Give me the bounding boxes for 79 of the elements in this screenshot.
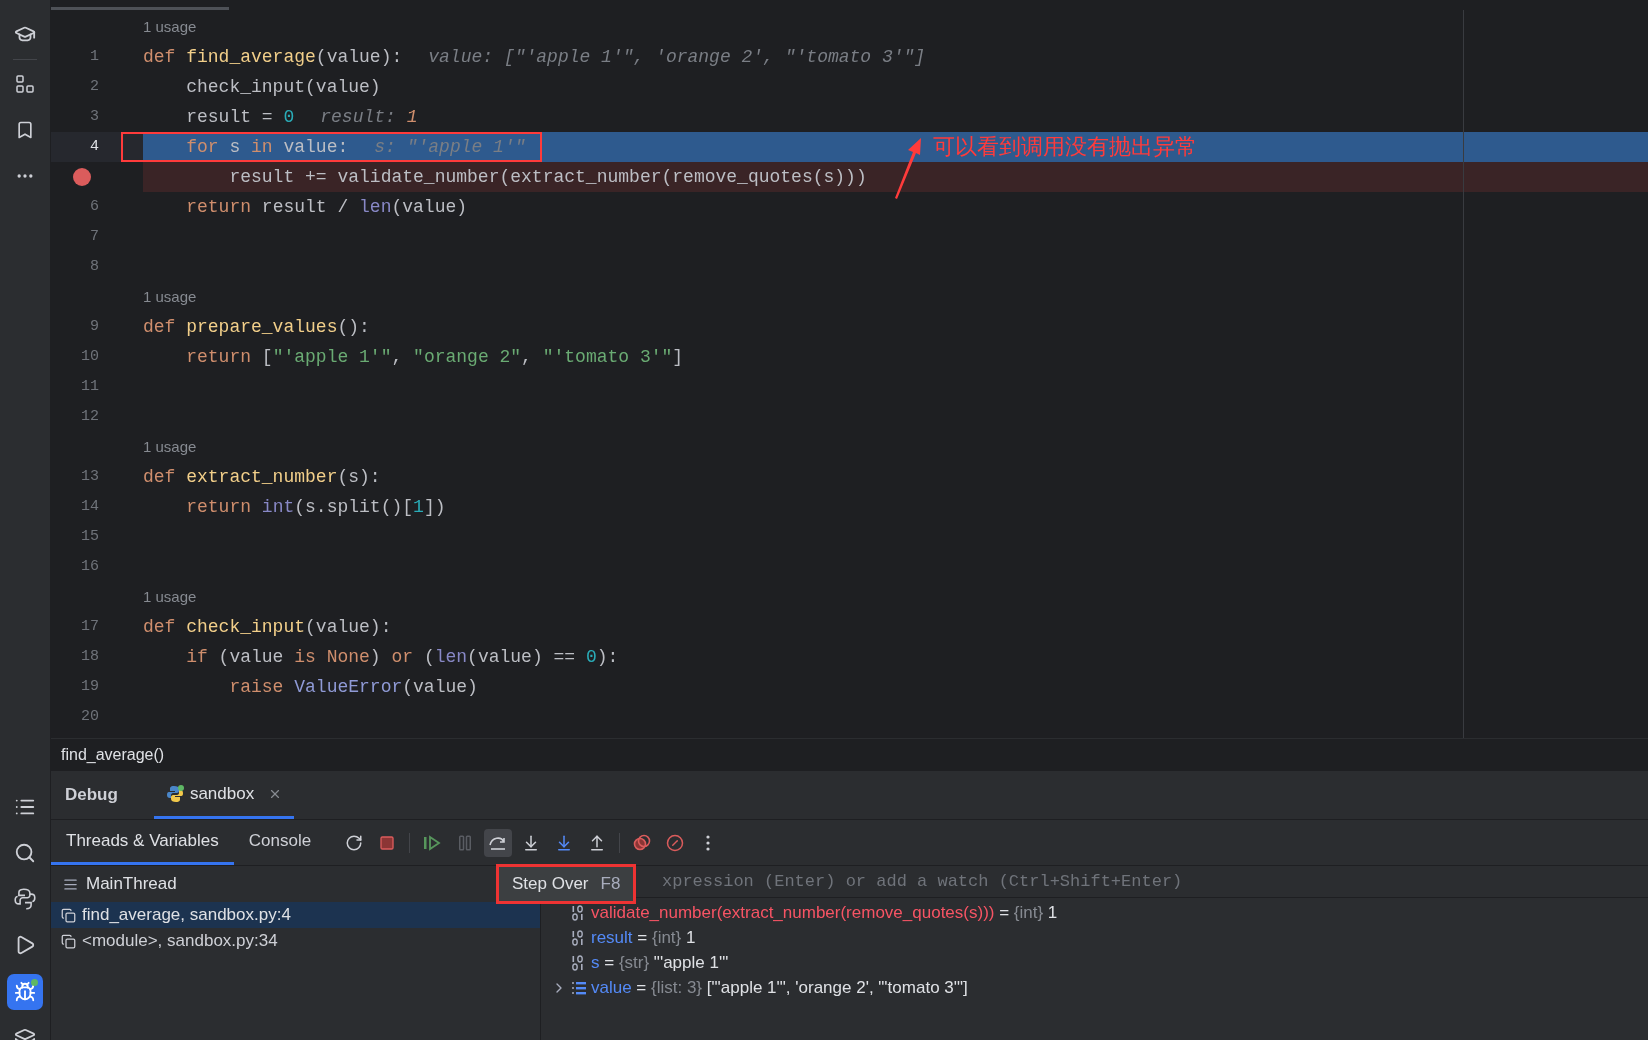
view-tab[interactable]: Console	[233, 820, 327, 865]
variable-entry[interactable]: s = {str} "'apple 1'"	[591, 949, 729, 976]
python-run-icon	[165, 784, 184, 803]
variable-entry[interactable]: result = {int} 1	[591, 924, 696, 951]
bug-icon	[14, 981, 36, 1003]
line-number: 12	[81, 406, 99, 427]
frame-label: find_average, sandbox.py:4	[82, 904, 291, 927]
structure-icon[interactable]	[15, 74, 35, 94]
line-number: 11	[81, 376, 99, 397]
usage-hint[interactable]: 1 usage	[143, 285, 197, 309]
line-number: 7	[90, 226, 99, 247]
frame-icon	[61, 933, 76, 949]
usage-hint[interactable]: 1 usage	[143, 435, 197, 459]
code-line: if (value is None) or (len(value) == 0):	[185, 645, 619, 669]
line-number: 3	[90, 106, 99, 127]
line-number: 6	[90, 196, 99, 217]
code-line: raise ValueError(value)	[228, 675, 478, 699]
line-number: 14	[81, 496, 99, 517]
frame-icon	[61, 907, 76, 923]
resume-icon	[422, 833, 443, 852]
code-line: result = 0	[185, 105, 295, 129]
annotation-text: 可以看到调用没有抛出异常	[933, 133, 1197, 161]
code-line: check_input(value)	[185, 75, 381, 99]
code-line: def check_input(value):	[143, 615, 392, 639]
line-number: 13	[81, 466, 99, 487]
code-line: return result / len(value)	[185, 195, 468, 219]
stack-frame[interactable]: <module>, sandbox.py:34	[51, 928, 540, 954]
line-number: 15	[81, 526, 99, 547]
frame-label: <module>, sandbox.py:34	[82, 930, 278, 953]
stack-frame[interactable]: find_average, sandbox.py:4	[51, 902, 540, 928]
binary-icon	[571, 929, 585, 946]
line-number: 9	[90, 316, 99, 337]
shortcut-hint: F8	[600, 873, 621, 896]
code-line: return int(s.split()[1])	[185, 495, 446, 519]
thread-name[interactable]: MainThread	[86, 871, 177, 897]
binary-icon	[571, 954, 585, 971]
bookmark-icon[interactable]	[15, 120, 35, 140]
watch-field[interactable]: xpression (Enter) or add a watch (Ctrl+Shift+Enter)	[662, 868, 1648, 895]
line-number: 10	[81, 346, 99, 367]
stop-icon	[379, 834, 396, 851]
mute-breakpoints-icon	[666, 833, 685, 852]
code-line: def find_average(value):	[143, 45, 403, 69]
code-line: result += validate_number(extract_number(remove_quotes(s)))	[228, 165, 867, 189]
python-console-icon[interactable]	[14, 888, 36, 910]
more-icon	[706, 834, 711, 851]
line-number: 1	[90, 46, 99, 67]
breakpoint-icon[interactable]	[73, 168, 91, 186]
line-number: 16	[81, 556, 99, 577]
list-icon	[571, 979, 587, 996]
binary-icon	[571, 904, 585, 921]
view-tab[interactable]: Threads & Variables	[51, 820, 234, 865]
debug-tool-button[interactable]	[7, 974, 43, 1010]
step-over-button[interactable]	[484, 828, 513, 857]
breadcrumb[interactable]: find_average()	[61, 742, 165, 767]
panel-title: Debug	[64, 784, 119, 807]
line-number: 2	[90, 76, 99, 97]
line-number: 8	[90, 256, 99, 277]
tooltip-label: Step Over	[512, 873, 589, 896]
inline-value-hint: value: ["'apple 1'", 'orange 2', "'tomato 3'"]	[428, 45, 926, 69]
session-tab[interactable]: sandbox	[153, 771, 295, 819]
code-line: def prepare_values():	[143, 315, 370, 339]
line-number: 18	[81, 646, 99, 667]
view-breakpoints-icon	[632, 833, 653, 852]
line-number: 17	[81, 616, 99, 637]
code-line: return ["'apple 1'", "orange 2", "'tomato 3'"]	[185, 345, 684, 369]
line-number: 4	[90, 136, 99, 157]
rerun-icon	[345, 833, 364, 852]
inline-value-hint: s: "'apple 1'"	[374, 135, 526, 159]
thread-icon	[63, 876, 78, 892]
variable-entry[interactable]: validate_number(extract_number(remove_quotes(s))) = {int} 1	[591, 899, 1058, 926]
usage-hint[interactable]: 1 usage	[143, 15, 197, 39]
inline-value-hint: result: 1	[320, 105, 418, 129]
code-line: for s in value:	[185, 135, 349, 159]
code-line: def extract_number(s):	[143, 465, 381, 489]
variable-entry[interactable]: value = {list: 3} ["'apple 1'", 'orange 2', "'tomato 3'"]	[591, 974, 968, 1001]
search-icon[interactable]	[14, 842, 36, 864]
usage-hint[interactable]: 1 usage	[143, 585, 197, 609]
line-number: 20	[81, 706, 99, 727]
line-number: 19	[81, 676, 99, 697]
